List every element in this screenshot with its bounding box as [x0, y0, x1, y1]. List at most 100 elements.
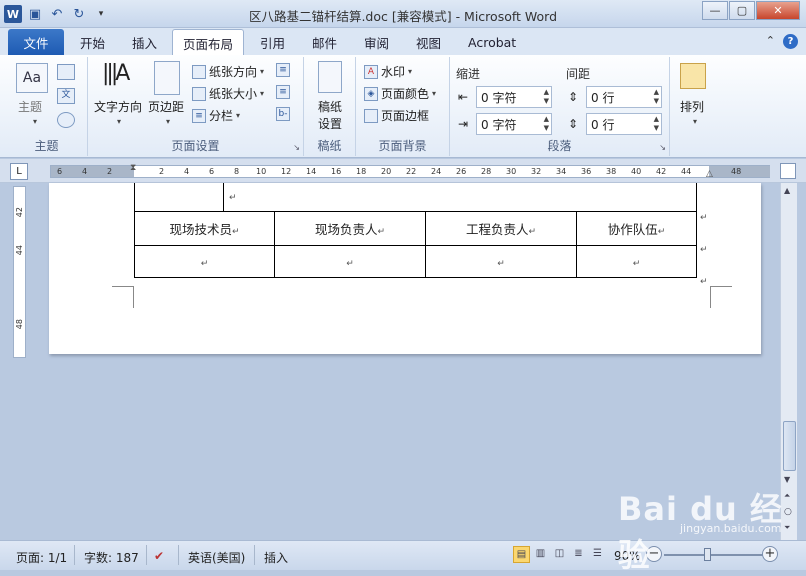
line-numbers-icon[interactable]: ≡ — [276, 85, 290, 99]
spacing-after-value: 0 行 — [591, 117, 615, 132]
theme-fonts-icon[interactable]: 文 — [57, 88, 75, 104]
word-count[interactable]: 字数: 187 — [84, 549, 139, 566]
table-cell[interactable]: ↵ — [425, 245, 577, 278]
scroll-down-icon[interactable]: ▼ — [784, 475, 790, 484]
draft-paper-icon[interactable] — [318, 61, 342, 93]
text-direction-dropdown-icon[interactable]: ▾ — [117, 117, 121, 126]
draft-view-icon[interactable]: ☰ — [589, 546, 606, 563]
theme-effects-icon[interactable] — [57, 112, 75, 128]
spacing-label: 间距 — [566, 67, 591, 81]
close-button[interactable]: ✕ — [756, 1, 800, 20]
paragraph-launcher-icon[interactable]: ↘ — [659, 143, 666, 152]
minimize-ribbon-icon[interactable]: ⌃ — [766, 34, 775, 49]
margins-icon[interactable] — [154, 61, 180, 95]
arrange-dropdown-icon[interactable]: ▾ — [693, 117, 697, 126]
scroll-up-icon[interactable]: ▲ — [784, 186, 790, 195]
spacing-before-value: 0 行 — [591, 90, 615, 105]
spacing-before-spin-icon[interactable]: ▲ ▼ — [654, 88, 659, 106]
paragraph-mark: ↵ — [200, 259, 209, 269]
left-indent-marker-icon[interactable]: ⧗ — [130, 163, 136, 173]
vertical-ruler[interactable]: 42 44 48 — [13, 186, 26, 358]
scroll-thumb[interactable] — [783, 421, 796, 471]
page-setup-launcher-icon[interactable]: ↘ — [293, 143, 300, 152]
paragraph-mark: ↵ — [346, 259, 354, 269]
page-count[interactable]: 页面: 1/1 — [16, 549, 67, 566]
page-color-icon: ◈ — [364, 86, 378, 101]
tab-home[interactable]: 开始 — [74, 29, 111, 55]
arrange-button[interactable]: 排列 — [680, 98, 704, 115]
themes-dropdown-icon[interactable]: ▾ — [33, 117, 37, 126]
group-page-setup: |||A 文字方向 ▾ 页边距 ▾ 纸张方向 ▾ 纸张大小 ▾ ≡ 分栏 ▾ ≡ ≡ b… — [88, 57, 304, 156]
margins-button[interactable]: 页边距 — [148, 98, 184, 115]
table-cell[interactable]: ↵ — [576, 245, 697, 278]
tab-view[interactable]: 视图 — [410, 29, 447, 55]
text-direction-icon[interactable]: |||A — [102, 61, 132, 95]
table-cell[interactable]: 现场技术员↵ — [134, 211, 275, 246]
indent-left-spin-icon[interactable]: ▲ ▼ — [544, 88, 549, 106]
watermark-button[interactable]: A 水印 ▾ — [364, 63, 412, 80]
indent-right-spin-icon[interactable]: ▲ ▼ — [544, 115, 549, 133]
ribbon: Aa 主题 ▾ 文 主题 |||A 文字方向 ▾ 页边距 ▾ 纸张方向 ▾ 纸张大… — [0, 55, 806, 158]
table-cell[interactable]: 工程负责人↵ — [425, 211, 577, 246]
arrange-icon[interactable] — [680, 63, 706, 89]
tab-insert[interactable]: 插入 — [126, 29, 163, 55]
tab-review[interactable]: 审阅 — [358, 29, 395, 55]
draft-settings-button-line2[interactable]: 设置 — [318, 115, 342, 132]
proofing-icon[interactable]: ✔ — [154, 549, 164, 563]
tab-page-layout[interactable]: 页面布局 — [172, 29, 244, 56]
ruler-row: L 6 4 2 2 4 6 8 10 12 14 16 18 20 22 24 … — [0, 159, 806, 183]
paragraph-mark: ↵ — [657, 227, 666, 237]
reading-layout-icon[interactable]: ▥ — [532, 546, 549, 563]
spacing-after-spin-icon[interactable]: ▲ ▼ — [654, 115, 659, 133]
table-cell[interactable]: ↵ — [134, 245, 275, 278]
right-indent-marker-icon[interactable]: △ — [706, 169, 713, 179]
table-cell[interactable]: 现场负责人↵ — [274, 211, 426, 246]
ruler-tick: 40 — [631, 167, 642, 176]
outline-icon[interactable]: ≣ — [570, 546, 587, 563]
text-direction-button[interactable]: 文字方向 — [94, 98, 142, 115]
breaks-icon[interactable]: ≡ — [276, 63, 290, 77]
maximize-button[interactable]: ▢ — [729, 1, 755, 20]
paragraph-mark: ↵ — [377, 227, 386, 237]
indent-left-input[interactable]: 0 字符 ▲ ▼ — [476, 86, 552, 108]
table-cell[interactable]: ↵ — [274, 245, 426, 278]
tab-mailings[interactable]: 邮件 — [306, 29, 343, 55]
print-layout-icon[interactable]: ▤ — [513, 546, 530, 563]
group-draft: 稿纸 设置 稿纸 — [304, 57, 356, 156]
language[interactable]: 英语(美国) — [188, 549, 245, 566]
spacing-after-input[interactable]: 0 行 ▲ ▼ — [586, 113, 662, 135]
web-layout-icon[interactable]: ◫ — [551, 546, 568, 563]
spacing-before-input[interactable]: 0 行 ▲ ▼ — [586, 86, 662, 108]
tab-file[interactable]: 文件 — [8, 29, 64, 55]
page-color-button[interactable]: ◈ 页面颜色 ▾ — [364, 85, 436, 102]
ruler-tick: 10 — [256, 167, 267, 176]
tab-acrobat[interactable]: Acrobat — [462, 29, 522, 55]
themes-icon[interactable]: Aa — [16, 63, 48, 93]
document-page[interactable]: ↵ 现场技术员↵ 现场负责人↵ 工程负责人↵ 协作队伍↵ ↵ ↵ ↵ ↵ ↵ ↵… — [49, 183, 761, 354]
themes-button[interactable]: 主题 — [18, 98, 42, 115]
insert-mode[interactable]: 插入 — [264, 549, 288, 566]
orientation-button[interactable]: 纸张方向 ▾ — [192, 63, 264, 80]
draft-settings-button-line1[interactable]: 稿纸 — [318, 98, 342, 115]
tab-references[interactable]: 引用 — [254, 29, 291, 55]
margins-dropdown-icon[interactable]: ▾ — [166, 117, 170, 126]
ruler-tick: 38 — [606, 167, 617, 176]
table-cell[interactable]: 协作队伍↵ — [576, 211, 697, 246]
theme-colors-icon[interactable] — [57, 64, 75, 80]
paragraph-mark: ↵ — [528, 227, 537, 237]
ruler-tick: 2 — [107, 167, 113, 176]
columns-button[interactable]: ≡ 分栏 ▾ — [192, 107, 240, 124]
help-icon[interactable]: ? — [783, 34, 798, 49]
indent-right-input[interactable]: 0 字符 ▲ ▼ — [476, 113, 552, 135]
tab-selector-button[interactable]: L — [10, 163, 28, 180]
horizontal-ruler[interactable]: 6 4 2 2 4 6 8 10 12 14 16 18 20 22 24 26… — [50, 163, 770, 179]
minimize-button[interactable]: — — [702, 1, 728, 20]
view-ruler-icon[interactable] — [780, 163, 796, 179]
size-button[interactable]: 纸张大小 ▾ — [192, 85, 264, 102]
orientation-icon — [192, 64, 206, 79]
page-border-button[interactable]: 页面边框 — [364, 107, 429, 124]
status-divider — [146, 545, 147, 565]
header-site-lead: 现场负责人 — [314, 222, 378, 237]
window-controls: — ▢ ✕ — [702, 1, 800, 20]
hyphenation-icon[interactable]: b- — [276, 107, 290, 121]
